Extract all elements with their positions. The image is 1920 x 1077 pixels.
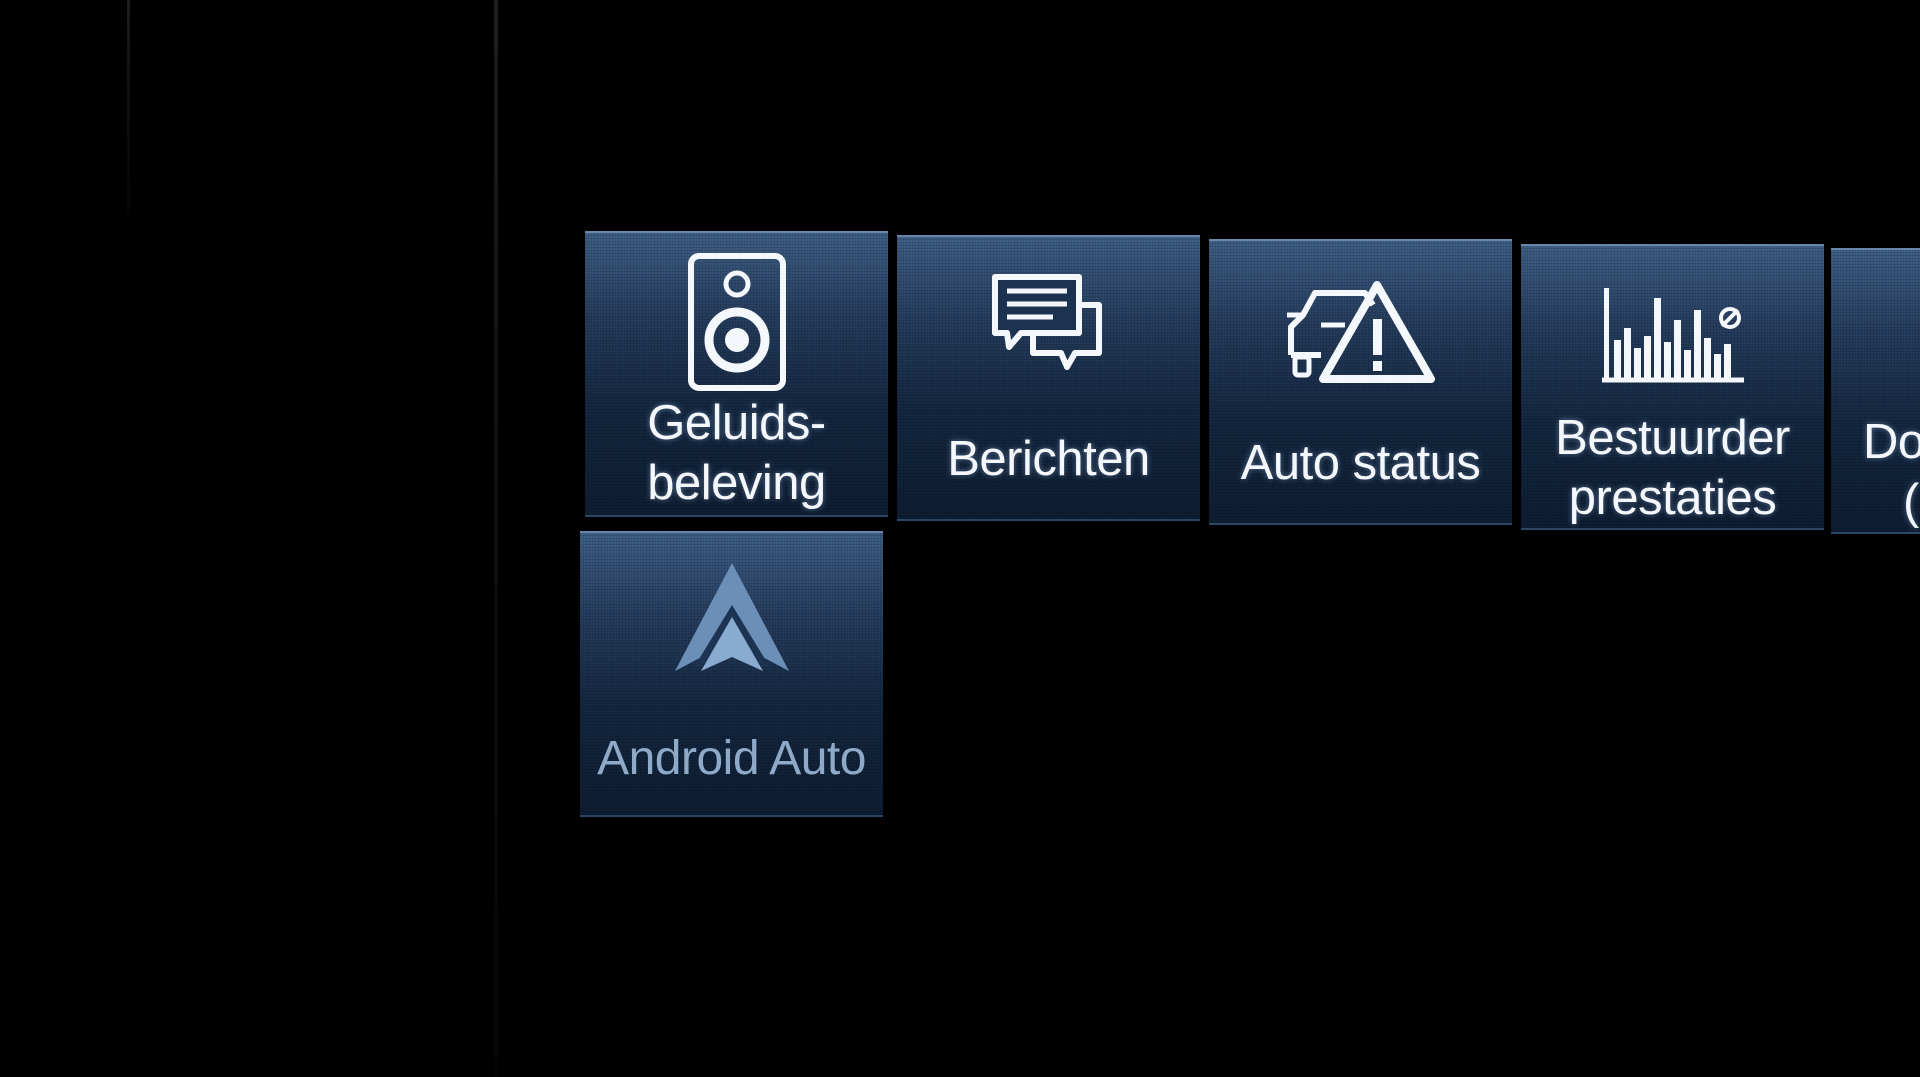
bar-chart-icon — [1521, 260, 1824, 410]
tile-berichten[interactable]: Berichten — [897, 235, 1200, 521]
tile-label: Berichten — [947, 432, 1150, 486]
tile-label-line-1: Bestuurder — [1555, 411, 1790, 465]
app-launcher-screen: Geluids- beleving Berichten Auto status … — [0, 0, 1920, 1077]
tile-geluidsbeleving[interactable]: Geluids- beleving — [585, 231, 888, 517]
tile-label-line-2: beleving — [647, 456, 826, 510]
tile-label-line-2: ( — [1903, 475, 1919, 529]
car-warning-icon — [1209, 255, 1512, 405]
tile-android-auto[interactable]: Android Auto — [580, 531, 883, 817]
tile-label: Auto status — [1240, 436, 1481, 490]
tile-auto-status[interactable]: Auto status — [1209, 239, 1512, 525]
tile-label: Android Auto — [597, 732, 866, 785]
android-auto-icon — [580, 543, 883, 693]
speaker-icon — [585, 247, 888, 397]
tile-label: Bestuurder prestaties — [1521, 408, 1824, 528]
tile-bestuurder-prestaties[interactable]: Bestuurder prestaties — [1521, 244, 1824, 530]
tile-label-line-1: Geluids- — [647, 396, 826, 450]
tile-label-line-2: prestaties — [1568, 471, 1777, 525]
tile-label-line-1: Do — [1863, 415, 1920, 469]
chat-bubbles-icon — [897, 251, 1200, 401]
tile-label: Geluids- beleving — [585, 393, 888, 513]
tile-partial-offscreen[interactable]: Do ( — [1831, 248, 1920, 534]
tile-label: Do ( — [1863, 412, 1920, 532]
